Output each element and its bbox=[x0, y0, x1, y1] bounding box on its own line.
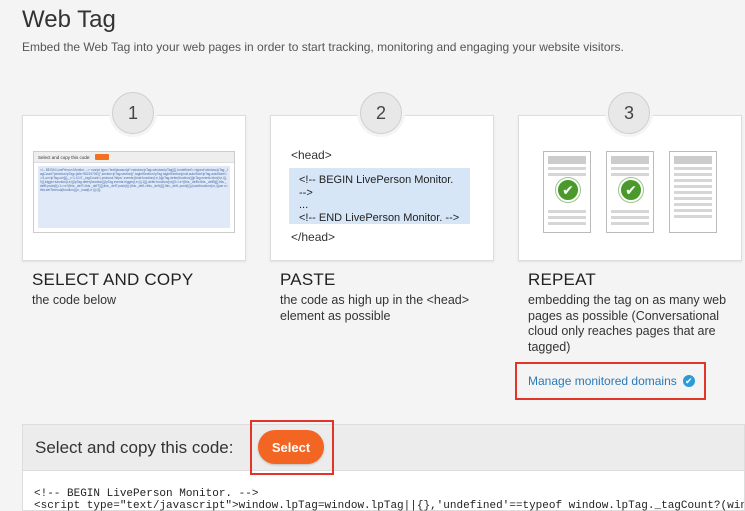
manage-monitored-domains-link[interactable]: Manage monitored domains bbox=[528, 374, 677, 388]
page-title: Web Tag bbox=[22, 6, 116, 33]
step-1-heading: SELECT AND COPY bbox=[32, 270, 194, 289]
thumbnail-select-button bbox=[94, 154, 109, 160]
thumbnail-code: <!-- BEGIN LivePerson Monitor. --> <scri… bbox=[38, 166, 230, 228]
step-3-card: ✔ ✔ bbox=[518, 115, 742, 261]
check-icon: ✔ bbox=[619, 178, 643, 202]
step-1-card: Select and copy this code: <!-- BEGIN Li… bbox=[22, 115, 246, 261]
verified-check-icon: ✔ bbox=[682, 375, 695, 387]
step-2-body: the code as high up in the <head> elemen… bbox=[280, 293, 470, 323]
manage-domains-highlight: Manage monitored domains ✔ bbox=[515, 362, 706, 400]
code-snippet-box: <!-- BEGIN LivePerson Monitor. --> ... <… bbox=[289, 168, 470, 224]
tagged-page-1: ✔ bbox=[543, 151, 591, 233]
head-close-tag: </head> bbox=[291, 230, 336, 244]
check-icon: ✔ bbox=[556, 178, 580, 202]
head-open-tag: <head> bbox=[291, 148, 332, 162]
code-ellipsis-line: ... bbox=[299, 199, 309, 211]
code-panel-title: Select and copy this code: bbox=[35, 437, 234, 457]
step-number-2: 2 bbox=[360, 92, 402, 134]
code-end-line: <!-- END LivePerson Monitor. --> bbox=[299, 211, 460, 224]
select-code-button[interactable]: Select bbox=[258, 430, 324, 464]
step-2-card: <head> <!-- BEGIN LivePerson Monitor. --… bbox=[270, 115, 494, 261]
untagged-page bbox=[669, 151, 717, 233]
step-3-heading: REPEAT bbox=[528, 270, 596, 289]
step-number-3: 3 bbox=[608, 92, 650, 134]
page-description: Embed the Web Tag into your web pages in… bbox=[22, 40, 624, 54]
code-begin-line: <!-- BEGIN LivePerson Monitor. --> bbox=[299, 174, 454, 199]
code-panel-header: Select and copy this code: bbox=[23, 425, 744, 471]
tagged-page-2: ✔ bbox=[606, 151, 654, 233]
thumbnail-header-label: Select and copy this code: bbox=[38, 154, 91, 160]
copy-code-thumbnail: Select and copy this code: <!-- BEGIN Li… bbox=[33, 151, 235, 233]
step-number-1: 1 bbox=[112, 92, 154, 134]
thumbnail-header: Select and copy this code: bbox=[34, 152, 234, 163]
web-tag-code[interactable]: <!-- BEGIN LivePerson Monitor. --> <scri… bbox=[34, 488, 744, 511]
step-3-body: embedding the tag on as many web pages a… bbox=[528, 293, 727, 354]
step-2-heading: PASTE bbox=[280, 270, 336, 289]
step-1-body: the code below bbox=[32, 293, 117, 307]
